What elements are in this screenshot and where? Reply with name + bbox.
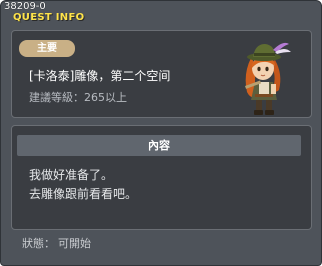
- content-line: 去雕像跟前看看吧。: [29, 187, 138, 201]
- quest-level-requirement: 建議等級：265以上: [29, 91, 127, 104]
- quest-name: [卡洛泰]雕像，第二个空间: [29, 69, 171, 83]
- content-header: 內容: [17, 135, 301, 156]
- quest-info-window: 38209-0 QUEST INFO 主要 [卡洛泰]雕像，第二个空间 建議等級…: [0, 0, 322, 266]
- content-line: 我做好准备了。: [29, 168, 114, 182]
- window-title[interactable]: QUEST INFO: [13, 11, 84, 24]
- status-label: 狀態：: [22, 237, 55, 250]
- status-value: 可開始: [58, 237, 91, 250]
- npc-portrait-icon: [245, 42, 291, 115]
- quest-type-badge: 主要: [19, 40, 75, 57]
